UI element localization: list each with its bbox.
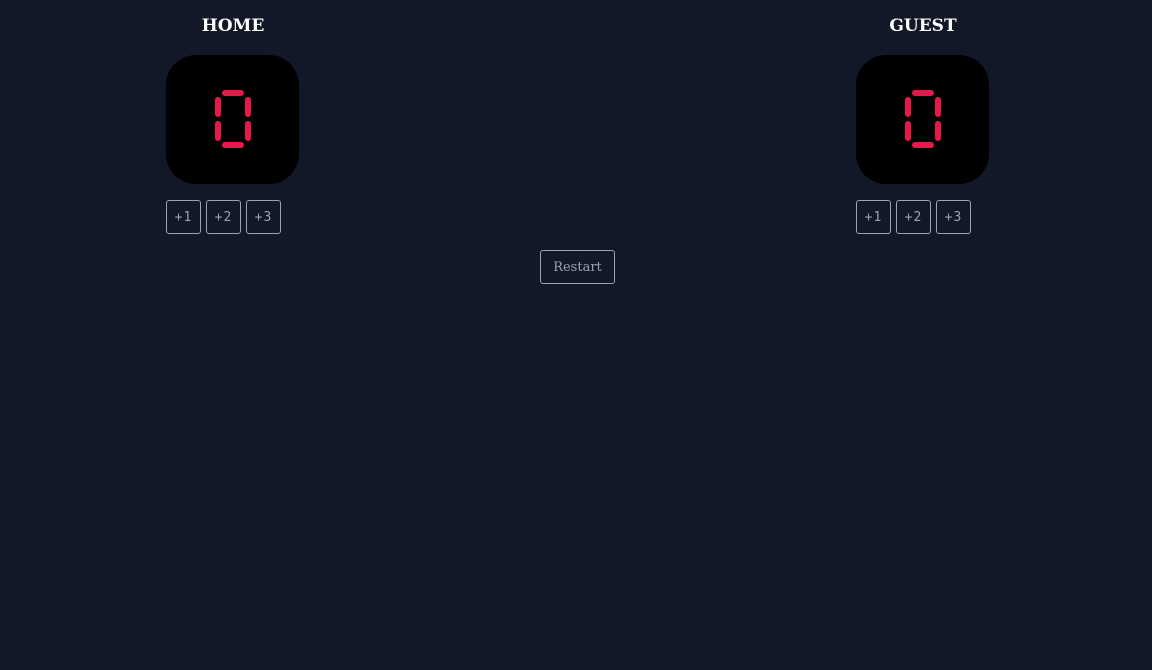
- guest-add-2-button[interactable]: +2: [896, 200, 931, 234]
- home-seven-segment-digit: [215, 90, 251, 148]
- home-add-2-button[interactable]: +2: [206, 200, 241, 234]
- home-add-3-button[interactable]: +3: [246, 200, 281, 234]
- guest-score-display: 0: [856, 55, 989, 184]
- guest-team-name: GUEST: [889, 16, 957, 36]
- home-increment-buttons: +1 +2 +3: [166, 200, 281, 234]
- home-score-display: 0: [166, 55, 299, 184]
- guest-seven-segment-digit: [905, 90, 941, 148]
- guest-increment-buttons: +1 +2 +3: [856, 200, 971, 234]
- restart-button[interactable]: Restart: [540, 250, 615, 284]
- home-add-1-button[interactable]: +1: [166, 200, 201, 234]
- home-team-name: HOME: [201, 16, 265, 36]
- guest-add-3-button[interactable]: +3: [936, 200, 971, 234]
- scoreboard: HOME 0 +1 +2 +3 GUEST: [0, 0, 1152, 670]
- guest-add-1-button[interactable]: +1: [856, 200, 891, 234]
